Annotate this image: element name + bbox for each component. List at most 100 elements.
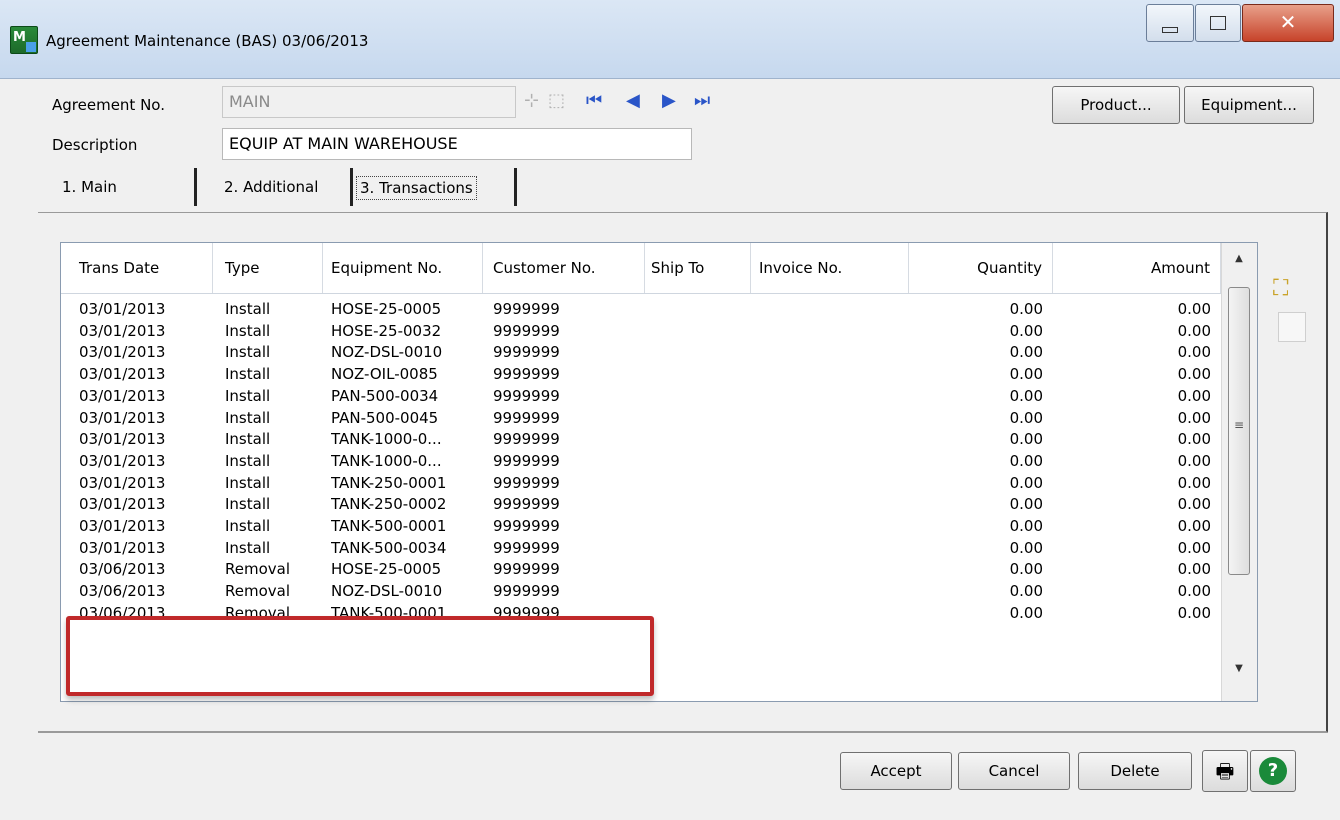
last-record-icon[interactable]: ⏭ [694,90,710,111]
table-cell [759,299,915,320]
table-cell: 03/01/2013 [79,343,166,362]
table-cell: 0.00 [1009,538,1043,557]
vertical-scrollbar[interactable]: ▲ ≡ ▼ [1221,243,1257,701]
table-cell: 0.00 [1177,603,1211,622]
table-row[interactable]: 03/01/2013 Install TANK-250-0002 9999999 0.0… [61,494,1221,515]
scroll-down-icon[interactable]: ▼ [1229,663,1249,677]
table-row[interactable]: 03/01/2013 Install TANK-250-0001 9999999 0.0… [61,473,1221,494]
table-cell [651,408,757,429]
tab-additional[interactable]: 2. Additional [224,172,318,214]
table-cell: 9999999 [493,495,560,514]
table-cell [759,342,915,363]
table-cell: Install [225,343,271,362]
grid-header: Trans Date Type Equipment No. Customer N… [61,243,1221,294]
col-type[interactable]: Type [219,243,323,293]
col-trans-date[interactable]: Trans Date [73,243,213,293]
table-row[interactable]: 03/01/2013 Install NOZ-DSL-0010 9999999 0.00… [61,342,1221,363]
table-row[interactable]: 03/01/2013 Install TANK-1000-0... 9999999 0.… [61,451,1221,472]
table-cell: Install [225,365,271,384]
col-equipment-no[interactable]: Equipment No. [325,243,483,293]
close-icon: ✕ [1279,10,1297,34]
table-cell: 0.00 [1009,343,1043,362]
table-cell: 03/01/2013 [79,473,166,492]
table-cell [651,559,757,580]
equipment-button[interactable]: Equipment... [1184,86,1314,124]
table-row[interactable]: 03/01/2013 Install TANK-500-0034 9999999 0.0… [61,538,1221,559]
table-cell [651,429,757,450]
side-blank-button[interactable] [1278,312,1306,342]
maximize-icon [1210,16,1226,30]
col-amount[interactable]: Amount [1055,243,1221,293]
tab-divider [194,168,197,206]
table-row[interactable]: 03/01/2013 Install HOSE-25-0005 9999999 0.00… [61,299,1221,320]
table-cell: HOSE-25-0005 [331,560,442,579]
table-cell: 0.00 [1009,365,1043,384]
table-row[interactable]: 03/01/2013 Install PAN-500-0034 9999999 0.00… [61,386,1221,407]
table-cell: 0.00 [1009,473,1043,492]
scroll-thumb[interactable]: ≡ [1228,287,1250,575]
table-cell: 0.00 [1009,582,1043,601]
table-row[interactable]: 03/01/2013 Install HOSE-25-0032 9999999 0.00… [61,321,1221,342]
table-cell [759,408,915,429]
table-cell: 0.00 [1177,538,1211,557]
col-customer-no[interactable]: Customer No. [487,243,645,293]
print-button[interactable]: 🖶 [1202,750,1248,792]
description-field[interactable]: EQUIP AT MAIN WAREHOUSE [222,128,692,160]
table-cell: 03/06/2013 [79,582,166,601]
table-cell: TANK-1000-0... [331,451,442,470]
tab-transactions[interactable]: 3. Transactions [356,172,477,214]
col-quantity[interactable]: Quantity [911,243,1053,293]
table-cell [759,603,915,624]
table-cell: TANK-250-0001 [331,473,447,492]
table-cell: PAN-500-0045 [331,408,439,427]
table-cell: 0.00 [1009,300,1043,318]
close-button[interactable]: ✕ [1242,4,1334,42]
first-record-icon[interactable]: ⏮ [586,90,602,111]
table-cell [651,603,757,624]
table-cell [759,364,915,385]
table-cell: 03/01/2013 [79,451,166,470]
table-row[interactable]: 03/01/2013 Install NOZ-OIL-0085 9999999 0.00… [61,364,1221,385]
scroll-up-icon[interactable]: ▲ [1229,253,1249,267]
table-row[interactable]: 03/01/2013 Install PAN-500-0045 9999999 0.00… [61,408,1221,429]
table-cell: 0.00 [1009,603,1043,622]
product-button[interactable]: Product... [1052,86,1180,124]
delete-button[interactable]: Delete [1078,752,1192,790]
table-cell: 9999999 [493,300,560,318]
table-cell: 0.00 [1009,430,1043,449]
binoculars-search-icon[interactable]: ⛶ [1273,276,1288,301]
maximize-button[interactable] [1195,4,1241,42]
cancel-button[interactable]: Cancel [958,752,1070,790]
table-cell: 0.00 [1009,517,1043,535]
table-cell [759,451,915,472]
table-row[interactable]: 03/06/2013 Removal HOSE-25-0005 9999999 0.00… [61,559,1221,580]
table-cell: Removal [225,582,291,601]
table-row[interactable]: 03/06/2013 Removal NOZ-DSL-0010 9999999 0.00… [61,581,1221,602]
lookup-icon[interactable]: ⊹ [524,90,539,111]
tab-main[interactable]: 1. Main [62,172,117,214]
table-cell: Removal [225,560,291,579]
copy-icon[interactable]: ⬚ [548,90,565,111]
table-cell [651,581,757,602]
table-cell [759,581,915,602]
agreement-no-field[interactable]: MAIN [222,86,516,118]
table-cell: 0.00 [1177,430,1211,449]
table-cell [759,386,915,407]
removal-rows-highlight [66,616,654,696]
previous-record-icon[interactable]: ◀ [626,90,640,111]
next-record-icon[interactable]: ▶ [662,90,676,111]
table-cell: 0.00 [1177,473,1211,492]
col-ship-to[interactable]: Ship To [645,243,751,293]
minimize-button[interactable] [1146,4,1194,42]
table-cell: 9999999 [493,451,560,470]
table-row[interactable]: 03/01/2013 Install TANK-1000-0... 9999999 0.… [61,429,1221,450]
table-cell [759,538,915,559]
table-cell: 0.00 [1177,495,1211,514]
table-row[interactable]: 03/01/2013 Install TANK-500-0001 9999999 0.0… [61,516,1221,537]
accept-button[interactable]: Accept [840,752,952,790]
help-button[interactable]: ? [1250,750,1296,792]
window-title: Agreement Maintenance (BAS) 03/06/2013 [46,32,369,50]
col-invoice-no[interactable]: Invoice No. [753,243,909,293]
table-cell: NOZ-OIL-0085 [331,365,438,384]
table-cell: PAN-500-0034 [331,386,439,405]
